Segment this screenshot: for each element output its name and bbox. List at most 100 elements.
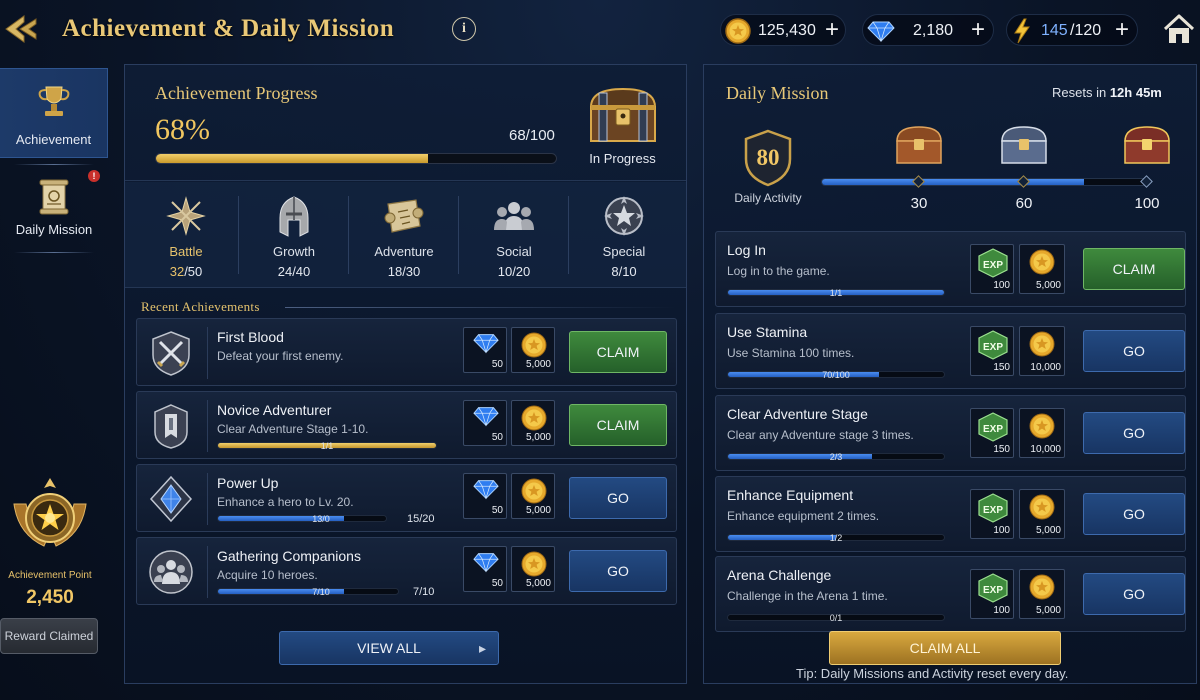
progress-text: 1/1 <box>829 288 843 298</box>
go-button[interactable]: GO <box>1083 330 1185 372</box>
category-growth[interactable]: Growth 24/40 <box>239 182 349 288</box>
crossed-swords-icon <box>166 196 206 236</box>
reward-exp: EXP 100 <box>970 569 1014 619</box>
achievement-row: Power Up Enhance a hero to Lv. 20. 13/0 … <box>136 464 677 532</box>
category-battle[interactable]: Battle 32/50 <box>131 182 241 288</box>
reward-diamond: 50 <box>463 473 507 519</box>
category-special[interactable]: Special 8/10 <box>569 182 679 288</box>
gold-coin-icon <box>521 551 547 577</box>
view-all-label: VIEW ALL <box>357 640 421 656</box>
reward-gold: 5,000 <box>511 473 555 519</box>
row-divider <box>207 546 208 598</box>
notification-badge: ! <box>88 170 100 182</box>
exp-gem-icon: EXP <box>978 330 1008 360</box>
svg-text:EXP: EXP <box>983 342 1003 353</box>
info-button[interactable]: i <box>452 17 476 41</box>
achievement-description: Enhance a hero to Lv. 20. <box>217 495 354 509</box>
top-bar: Achievement & Daily Mission i 125,430 + … <box>0 0 1200 62</box>
stamina-max: /120 <box>1070 22 1102 39</box>
go-button[interactable]: GO <box>1083 493 1185 535</box>
claim-button[interactable]: CLAIM <box>569 404 667 446</box>
claim-all-button[interactable]: CLAIM ALL <box>829 631 1061 665</box>
add-stamina-button[interactable]: + <box>1115 17 1129 43</box>
achievement-panel: Achievement Progress 68% 68/100 In Progr… <box>124 64 687 684</box>
milestone-label: 100 <box>1134 195 1160 212</box>
reward-gold: 5,000 <box>1019 569 1065 619</box>
lightning-icon <box>1014 18 1030 44</box>
claim-button[interactable]: CLAIM <box>1083 248 1185 290</box>
category-progress: 24/40 <box>277 264 311 279</box>
category-social[interactable]: Social 10/20 <box>459 182 569 288</box>
mission-name: Log In <box>727 242 766 258</box>
sidebar-divider <box>14 252 94 253</box>
reward-gold: 5,000 <box>511 546 555 592</box>
svg-text:EXP: EXP <box>983 505 1003 516</box>
category-adventure[interactable]: Adventure 18/30 <box>349 182 459 288</box>
progress-text: 70/100 <box>822 370 850 380</box>
stamina-currency: 145 /120 + <box>1006 14 1138 46</box>
go-button[interactable]: GO <box>569 550 667 592</box>
category-name: Special <box>602 244 646 259</box>
mission-name: Clear Adventure Stage <box>727 406 868 422</box>
home-icon <box>1163 14 1195 43</box>
milestone-label: 30 <box>910 195 928 212</box>
achievement-description: Defeat your first enemy. <box>217 349 344 363</box>
go-button[interactable]: GO <box>1083 412 1185 454</box>
milestone-label: 60 <box>1015 195 1033 212</box>
reward-claimed-button[interactable]: Reward Claimed <box>0 618 98 654</box>
achievement-row: First Blood Defeat your first enemy. 50 … <box>136 318 677 386</box>
achievement-medal-icon <box>13 478 87 547</box>
go-button[interactable]: GO <box>569 477 667 519</box>
sidebar: Achievement Daily Mission ! Achievement … <box>0 66 110 700</box>
sidebar-tab-achievement[interactable]: Achievement <box>0 68 108 158</box>
section-divider <box>285 307 675 308</box>
achievement-description: Acquire 10 heroes. <box>217 568 318 582</box>
mission-description: Challenge in the Arena 1 time. <box>727 589 888 603</box>
helmet-icon <box>279 196 309 237</box>
diamond-icon <box>473 480 499 500</box>
banner-shield-icon <box>154 404 188 449</box>
category-progress: 10/20 <box>497 264 531 279</box>
add-gold-button[interactable]: + <box>825 17 839 43</box>
reset-timer: Resets in 12h 45m <box>1052 85 1162 100</box>
achievement-name: First Blood <box>217 329 284 345</box>
view-all-button[interactable]: VIEW ALL ▸ <box>279 631 499 665</box>
claim-button[interactable]: CLAIM <box>569 331 667 373</box>
silver-chest-icon[interactable] <box>998 123 1050 167</box>
mission-row: Arena Challenge Challenge in the Arena 1… <box>715 556 1186 632</box>
row-divider <box>207 473 208 525</box>
reward-exp: EXP 150 <box>970 326 1014 376</box>
reward-diamond: 50 <box>463 400 507 446</box>
reward-gold: 5,000 <box>1019 244 1065 294</box>
add-diamond-button[interactable]: + <box>971 17 985 43</box>
go-button[interactable]: GO <box>1083 573 1185 615</box>
diamond-icon <box>867 21 895 42</box>
achievement-progress-title: Achievement Progress <box>155 83 318 103</box>
recent-achievements-title: Recent Achievements <box>141 299 260 314</box>
achievement-progress-percent: 68% <box>155 113 210 146</box>
bronze-chest-icon[interactable] <box>893 123 945 167</box>
mission-description: Log in to the game. <box>727 264 830 278</box>
achievement-row: Novice Adventurer Clear Adventure Stage … <box>136 391 677 459</box>
mission-row: Enhance Equipment Enhance equipment 2 ti… <box>715 476 1186 552</box>
gold-coin-icon <box>1029 494 1055 520</box>
gold-coin-icon <box>1029 413 1055 439</box>
diamond-amount: 2,180 <box>913 22 954 39</box>
progress-text: 1/1 <box>320 441 334 451</box>
back-button[interactable] <box>2 12 48 46</box>
category-bar: Battle 32/50 Growth 24/40 Adventure 18/3… <box>125 182 686 288</box>
category-progress: 18/30 <box>387 264 421 279</box>
mission-description: Use Stamina 100 times. <box>727 346 855 360</box>
daily-mission-panel: Daily Mission Resets in 12h 45m 80 Daily… <box>703 64 1197 684</box>
treasure-chest-icon[interactable] <box>585 83 661 145</box>
mission-description: Clear any Adventure stage 3 times. <box>727 428 914 442</box>
gold-chest-icon[interactable] <box>1121 123 1173 167</box>
blue-crystal-badge-icon <box>149 475 193 523</box>
progress-text: 7/10 <box>312 587 330 597</box>
reward-gold: 5,000 <box>1019 489 1065 539</box>
reward-exp: EXP 150 <box>970 408 1014 458</box>
chevron-right-icon: ▸ <box>478 640 486 656</box>
gold-coin-icon <box>521 478 547 504</box>
home-button[interactable] <box>1162 13 1196 45</box>
diamond-currency: 2,180 + <box>862 14 994 46</box>
